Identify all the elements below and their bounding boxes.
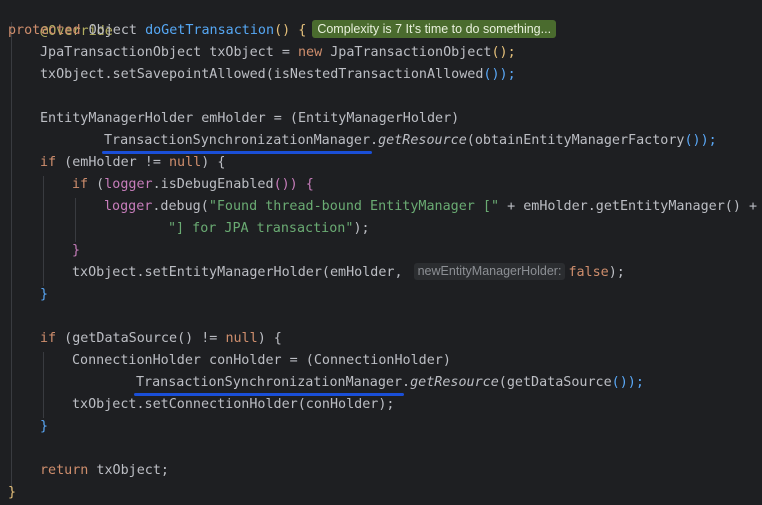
- code-text: EntityManagerHolder emHolder =: [40, 111, 290, 126]
- indent-guide: [11, 22, 12, 490]
- code-line: }: [40, 416, 48, 438]
- closing-brace: }: [8, 485, 17, 500]
- code-line: }: [72, 240, 80, 262]
- closing-brace: }: [40, 287, 49, 302]
- parameter-hint: newEntityManagerHolder:: [413, 262, 566, 280]
- code-line: EntityManagerHolder emHolder = (EntityMa…: [40, 108, 459, 130]
- code-line: "] for JPA transaction");: [168, 218, 370, 240]
- code-text: () !=: [177, 331, 226, 346]
- code-text: );: [608, 265, 625, 280]
- code-line: if (logger.isDebugEnabled()) {: [72, 174, 314, 196]
- keyword: null: [169, 155, 202, 170]
- code-text: (obtainEntityManagerFactory: [466, 133, 685, 148]
- code-text: );: [353, 221, 370, 236]
- code-text: .debug(: [152, 199, 209, 214]
- code-text: ) {: [201, 155, 226, 170]
- type-name: Object: [80, 23, 146, 38]
- code-text: .: [402, 375, 411, 390]
- keyword: return: [40, 463, 89, 478]
- code-text: .isDebugEnabled: [152, 177, 274, 192]
- code-text: (getDataSource: [56, 331, 178, 346]
- string-literal: "Found thread-bound EntityManager [": [208, 199, 500, 214]
- field-name: logger: [104, 177, 153, 192]
- code-text: (conHolder);: [297, 397, 395, 412]
- code-text: ());: [483, 67, 516, 82]
- class-reference[interactable]: TransactionSynchronizationManager: [136, 375, 402, 390]
- closing-brace: }: [40, 419, 49, 434]
- indent-guide: [43, 176, 44, 286]
- code-line: if (getDataSource() != null) {: [40, 328, 282, 350]
- field-name: logger: [104, 199, 153, 214]
- code-text: ();: [491, 45, 516, 60]
- code-text: ) {: [257, 331, 282, 346]
- class-reference[interactable]: TransactionSynchronizationManager: [104, 133, 370, 148]
- code-line: @Override: [8, 0, 113, 39]
- code-editor[interactable]: @Override protected Object doGetTransact…: [0, 0, 762, 505]
- code-line: txObject.setConnectionHolder(conHolder);: [72, 394, 394, 416]
- code-line: JpaTransactionObject txObject = new JpaT…: [40, 42, 516, 64]
- keyword: null: [225, 331, 258, 346]
- indent-guide: [43, 352, 44, 418]
- code-text: ());: [684, 133, 717, 148]
- code-line: protected Object doGetTransaction() { Com…: [8, 20, 557, 42]
- code-line: ConnectionHolder conHolder = (Connection…: [72, 350, 451, 372]
- method-call: getResource: [410, 375, 499, 390]
- code-text: (ConnectionHolder): [305, 353, 451, 368]
- code-text: JpaTransactionObject: [322, 45, 492, 60]
- code-text: txObject;: [88, 463, 169, 478]
- code-line: txObject.setSavepointAllowed(isNestedTra…: [40, 64, 516, 86]
- closing-brace: }: [72, 243, 81, 258]
- keyword: new: [297, 45, 323, 60]
- keyword: if: [72, 177, 89, 192]
- code-line: return txObject;: [40, 460, 169, 482]
- keyword: protected: [8, 23, 81, 38]
- code-text: (EntityManagerHolder): [289, 111, 460, 126]
- code-line: TransactionSynchronizationManager.getRes…: [136, 372, 644, 394]
- code-text: txObject.setSavepointAllowed: [40, 67, 266, 82]
- indent-guide: [75, 198, 76, 242]
- code-line: }: [8, 482, 16, 504]
- code-line: }: [40, 284, 48, 306]
- code-line: if (emHolder != null) {: [40, 152, 225, 174]
- code-text: (getDataSource: [498, 375, 612, 390]
- method-name: doGetTransaction: [145, 23, 275, 38]
- code-text: (isNestedTransactionAllowed: [265, 67, 484, 82]
- code-text: ConnectionHolder conHolder =: [72, 353, 306, 368]
- code-text: txObject.setEntityManagerHolder(emHolder…: [72, 265, 411, 280]
- complexity-badge[interactable]: Complexity is 7 It's time to do somethin…: [312, 20, 557, 38]
- code-line: logger.debug("Found thread-bound EntityM…: [104, 196, 757, 218]
- code-text: () {: [274, 23, 307, 38]
- string-literal: "] for JPA transaction": [168, 221, 354, 236]
- code-text: JpaTransactionObject txObject =: [40, 45, 298, 60]
- code-text: (: [88, 177, 105, 192]
- code-line: TransactionSynchronizationManager.getRes…: [104, 130, 717, 152]
- code-text: ()) {: [273, 177, 314, 192]
- code-line: txObject.setEntityManagerHolder(emHolder…: [72, 262, 625, 284]
- code-text: (emHolder !=: [56, 155, 169, 170]
- code-text: + emHolder.getEntityManager() +: [499, 199, 758, 214]
- code-text: .: [370, 133, 379, 148]
- code-text: ());: [611, 375, 644, 390]
- keyword: if: [40, 155, 57, 170]
- keyword: if: [40, 331, 57, 346]
- method-call: getResource: [378, 133, 467, 148]
- keyword: false: [568, 265, 609, 280]
- code-text: txObject.setConnectionHolder: [72, 397, 298, 412]
